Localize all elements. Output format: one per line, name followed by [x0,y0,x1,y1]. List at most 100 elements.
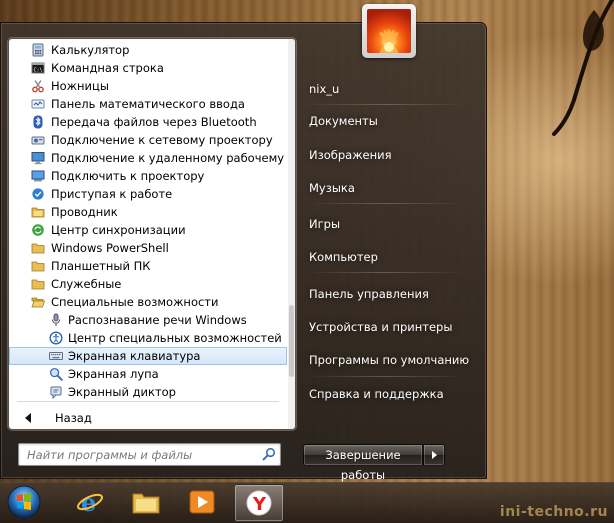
program-item[interactable]: Центр синхронизации [9,221,287,239]
right-pane-separator [305,104,465,105]
program-item-label: Командная строка [51,61,164,75]
taskbar-file-explorer[interactable] [122,484,170,520]
scrollbar-thumb[interactable] [289,305,294,377]
program-item-label: Подключить к проектору [51,169,205,183]
search-box[interactable] [18,443,281,466]
program-item-label: Экранная лупа [68,367,159,381]
program-item[interactable]: Подключить к проектору [9,167,287,185]
calculator-icon [32,43,44,57]
taskbar-media-player[interactable] [178,484,226,520]
program-item[interactable]: Центр специальных возможностей [9,329,287,347]
back-button[interactable]: Назад [9,408,287,428]
folder-open-icon [31,297,45,308]
yandex-browser-icon: Y [246,490,272,516]
program-item[interactable]: Экранный диктор [9,383,287,401]
watermark: ini-techno.ru [499,504,608,520]
program-item-label: Планшетный ПК [51,259,151,273]
right-pane-separator [305,203,465,204]
program-item-label: Центр синхронизации [51,223,186,237]
folder-icon [31,243,45,254]
program-item-label: Windows PowerShell [51,241,169,255]
program-item[interactable]: Windows PowerShell [9,239,287,257]
program-item-label: Панель математического ввода [51,97,245,111]
shutdown-button[interactable]: Завершение работы [303,444,423,482]
projector-icon [31,170,45,182]
getting-started-icon [32,188,44,200]
narrator-icon [50,386,62,399]
user-name-link[interactable]: nix_u [300,74,470,104]
right-pane-separator [305,272,465,273]
svg-text:C:\: C:\ [34,68,43,74]
command-prompt-icon: C:\ [31,62,45,74]
program-item-label: Специальные возможности [51,295,219,309]
svg-text:Y: Y [252,494,267,515]
explorer-folder-icon [31,207,45,218]
folder-icon [31,279,45,290]
programs-scrollbar[interactable] [288,39,295,429]
program-item[interactable]: Проводник [9,203,287,221]
music-link[interactable]: Музыка [300,173,470,203]
right-pane-separator [305,376,465,377]
math-input-icon [31,99,45,109]
taskbar-internet-explorer[interactable]: e [66,484,114,520]
program-item[interactable]: Приступая к работе [9,185,287,203]
program-item-label: Распознавание речи Windows [68,313,247,327]
games-link[interactable]: Игры [300,209,470,239]
start-orb-icon[interactable] [4,482,44,522]
magnifier-icon [49,367,63,381]
microphone-icon [51,313,61,326]
program-item[interactable]: Экранная клавиатура [9,347,287,365]
program-item[interactable]: Распознавание речи Windows [9,311,287,329]
program-item[interactable]: Подключение к сетевому проектору [9,131,287,149]
program-item-label: Центр специальных возможностей [68,331,282,345]
internet-explorer-icon: e [77,488,103,516]
ease-of-access-icon [49,331,63,345]
program-item[interactable]: Калькулятор [9,41,287,59]
program-item[interactable]: Специальные возможности [9,293,287,311]
program-item-label: Калькулятор [51,43,130,57]
devices-printers-link[interactable]: Устройства и принтеры [300,312,470,342]
media-player-icon [189,490,215,514]
program-item-label: Подключение к удаленному рабочему столу [51,151,287,165]
sync-center-icon [32,224,44,236]
shutdown-options-button[interactable] [423,444,445,466]
program-item-label: Проводник [51,205,118,219]
user-picture[interactable] [362,4,416,58]
flower-avatar-icon [367,9,411,53]
program-item-label: Ножницы [51,79,109,93]
computer-link[interactable]: Компьютер [300,242,470,272]
search-input[interactable] [19,444,259,465]
programs-list: Калькулятор C:\ Командная строка Ножницы Пан… [9,41,287,401]
program-item-label: Экранный диктор [68,385,176,399]
program-item[interactable]: Планшетный ПК [9,257,287,275]
program-item-label: Приступая к работе [51,187,173,201]
control-panel-link[interactable]: Панель управления [300,279,470,309]
back-divider [17,401,279,402]
leaf-decoration-icon [552,0,614,136]
help-support-link[interactable]: Справка и поддержка [300,379,470,409]
program-item[interactable]: Служебные [9,275,287,293]
scissors-icon [32,80,44,93]
svg-text:e: e [81,488,96,516]
keyboard-icon [49,352,63,360]
program-item-label: Служебные [51,277,122,291]
network-projector-icon [31,136,45,145]
program-item[interactable]: Передача файлов через Bluetooth [9,113,287,131]
bluetooth-icon [33,115,43,129]
program-item[interactable]: C:\ Командная строка [9,59,287,77]
program-item[interactable]: Экранная лупа [9,365,287,383]
search-icon[interactable] [262,447,276,461]
taskbar-yandex-browser[interactable]: Y [234,484,284,522]
default-programs-link[interactable]: Программы по умолчанию [300,345,470,375]
folder-icon [31,261,45,272]
program-item[interactable]: Ножницы [9,77,287,95]
program-item-label: Передача файлов через Bluetooth [51,115,257,129]
remote-desktop-icon [31,152,45,165]
pictures-link[interactable]: Изображения [300,140,470,170]
program-item[interactable]: Панель математического ввода [9,95,287,113]
program-item[interactable]: Подключение к удаленному рабочему столу [9,149,287,167]
back-label: Назад [55,411,92,425]
documents-link[interactable]: Документы [300,106,470,136]
program-item-label: Экранная клавиатура [68,349,201,363]
file-explorer-icon [132,493,160,514]
